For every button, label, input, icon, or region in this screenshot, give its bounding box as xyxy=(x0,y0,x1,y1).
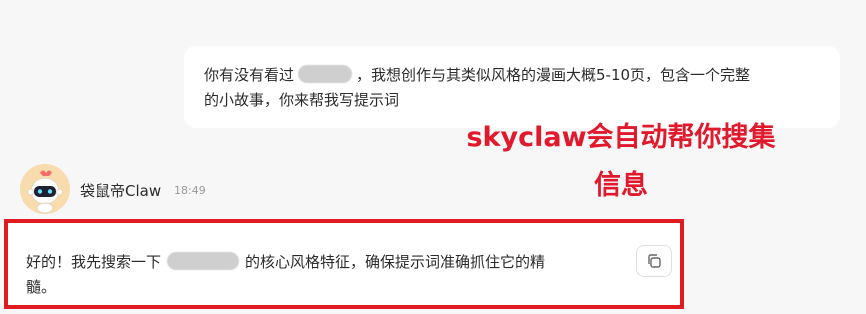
bot-reply-text-end: 髓。 xyxy=(26,278,57,296)
copy-icon xyxy=(648,254,661,268)
bot-reply-text-middle: 的核心风格特征，确保提示词准确抓住它的精 xyxy=(245,253,546,271)
user-message-text-middle: ，我想创作与其类似风格的漫画大概5-10页，包含一个完整 xyxy=(356,66,751,84)
robot-avatar-icon xyxy=(20,164,70,214)
annotation-overlay: skyclaw会自动帮你搜集信息 xyxy=(466,122,776,201)
redacted-title xyxy=(298,65,353,83)
redacted-title xyxy=(167,252,240,270)
bot-reply-text: 好的！我先搜索一下 的核心风格特征，确保提示词准确抓住它的精 髓。 xyxy=(26,250,626,300)
copy-button[interactable] xyxy=(636,245,672,277)
bot-reply-highlight: 好的！我先搜索一下 的核心风格特征，确保提示词准确抓住它的精 髓。 xyxy=(4,219,684,309)
chat-view: 你有没有看过 ，我想创作与其类似风格的漫画大概5-10页，包含一个完整 的小故事，… xyxy=(0,0,866,314)
user-message-text-start: 你有没有看过 xyxy=(204,66,295,84)
user-message-text-end: 的小故事，你来帮我写提示词 xyxy=(204,91,400,109)
message-timestamp: 18:49 xyxy=(174,184,206,197)
bot-name: 袋鼠帝Claw xyxy=(80,182,162,200)
bot-reply-text-start: 好的！我先搜索一下 xyxy=(26,253,162,271)
